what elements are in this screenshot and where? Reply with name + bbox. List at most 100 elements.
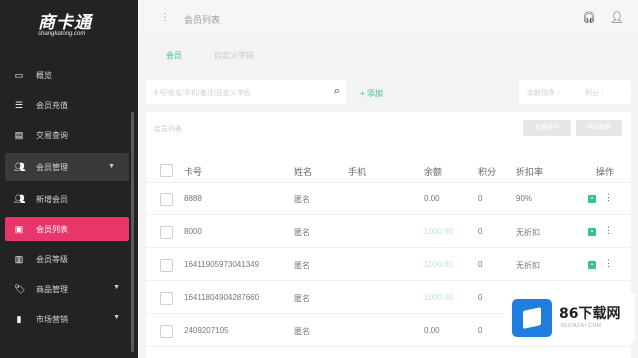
level-icon: ▥ [14,254,24,264]
col-name: 姓名 [294,167,313,177]
sidebar-item-label: 会员管理 [36,162,68,172]
search-placeholder: 卡号/姓名/手机/备注/自定义字段 [152,90,251,97]
select-all-checkbox[interactable] [160,164,173,177]
cell-points: 0 [478,326,483,335]
sidebar-item-label: 会员等级 [36,254,68,264]
search-input[interactable]: 卡号/姓名/手机/备注/自定义字段 ⌕ [146,80,346,104]
sidebar-item-label: 会员列表 [36,224,68,234]
cell-card: 16411804904287660 [184,293,260,302]
cell-card: 8000 [184,227,202,236]
sidebar-item-label: 会员充值 [36,100,68,110]
cell-name: 匿名 [294,294,310,303]
sidebar-item-label: 概览 [36,70,52,80]
user-icon[interactable]: 👤︎ [610,11,624,24]
chevron-down-icon: ▼ [113,284,120,291]
menu-toggle-icon[interactable]: ⋮ [160,12,170,23]
table-row[interactable]: 8000 匿名 1000.00 0 无折扣 ▪ ⋮ [146,217,631,248]
col-points: 积分 [478,167,497,177]
cell-balance: 1000.00 [424,293,453,302]
sidebar-item-1[interactable]: ☰ 会员充值 [0,90,134,120]
add-member-link[interactable]: + 添加 [360,88,383,99]
sidebar-item-4[interactable]: 👥︎ 新增会员 [0,184,134,214]
cell-balance: 1000.00 [424,227,453,236]
bookmark-icon: ▮ [16,314,22,324]
batch-action-button[interactable]: 批量操作 [523,120,571,136]
member-detail-icon[interactable]: ▪ [588,261,596,269]
cell-discount: 无折扣 [516,261,540,270]
cell-card: 2409207105 [184,326,229,335]
sidebar-scrollbar[interactable] [131,112,134,352]
watermark-logo [512,299,552,337]
member-detail-icon[interactable]: ▪ [588,228,596,236]
tab-bar: 会员 自定义字段 [138,38,638,74]
sidebar-item-8[interactable]: ▮ 市场营销 ▼ [0,304,134,334]
table-header: 卡号 姓名 手机 余额 积分 折扣率 操作 [146,158,631,183]
watermark-sub: 86XIAZAI.COM [561,323,602,329]
sidebar-item-label: 新增会员 [36,194,68,204]
sort-filters: 余额排序 ↑ 积分 ↑ [519,80,631,104]
cell-name: 匿名 [294,195,310,204]
chevron-down-icon: ▼ [108,163,115,170]
cell-points: 0 [478,194,483,203]
sidebar-item-2[interactable]: ▤ 交易查询 [0,120,134,150]
row-checkbox[interactable] [160,292,173,305]
row-checkbox[interactable] [160,325,173,338]
users-icon: 👥︎ [14,162,26,172]
cell-name: 匿名 [294,228,310,237]
sidebar-item-6[interactable]: ▥ 会员等级 [0,244,134,274]
col-discount: 折扣率 [516,167,544,177]
table-row[interactable]: 8888 匿名 0.00 0 90% ▪ ⋮ [146,184,631,215]
sidebar-nav: ▭ 概览 ☰ 会员充值 ▤ 交易查询 👥︎ 会员管理 ▼ 👥︎ 新增会员 ▣ 会员列表 ▥ 会员等级 🏷︎ 商品… [0,60,134,334]
cell-name: 匿名 [294,327,310,336]
doc-icon: ▤ [14,130,24,140]
cell-name: 匿名 [294,261,310,270]
logo[interactable]: 商卡通 shangkatong.com [38,8,104,37]
sidebar-item-0[interactable]: ▭ 概览 [0,60,134,90]
more-icon[interactable]: ⋮ [604,258,613,269]
export-button[interactable]: 导出数据 [576,120,622,136]
sidebar: 商卡通 shangkatong.com ▭ 概览 ☰ 会员充值 ▤ 交易查询 👥︎ 会员管理 ▼… [0,0,138,358]
search-icon[interactable]: ⌕ [334,85,340,98]
cell-card: 16411905973041349 [184,260,260,269]
col-balance: 余额 [424,167,443,177]
cell-discount: 90% [516,194,533,203]
cell-discount: 无折扣 [516,228,540,237]
row-checkbox[interactable] [160,226,173,239]
sidebar-item-3[interactable]: 👥︎ 会员管理 ▼ [5,153,129,181]
logo-text: 商卡通 [38,13,92,33]
cell-points: 0 [478,260,483,269]
cell-balance: 0.00 [424,194,440,203]
sidebar-item-label: 商品管理 [36,284,68,294]
chevron-down-icon: ▼ [113,314,120,321]
card-title: 会员列表 [154,126,182,133]
headset-icon[interactable]: 🎧︎ [582,11,596,24]
cell-points: 0 [478,227,483,236]
sort-balance-select[interactable]: 余额排序 ↑ [527,88,560,98]
sort-points-select[interactable]: 积分 ↑ [585,88,604,98]
member-detail-icon[interactable]: ▪ [588,195,596,203]
col-phone: 手机 [348,167,367,177]
row-checkbox[interactable] [160,193,173,206]
tab-members[interactable]: 会员 [166,50,182,61]
col-card: 卡号 [184,167,203,177]
cell-balance: 0.00 [424,326,440,335]
cell-card: 8888 [184,194,202,203]
sidebar-item-7[interactable]: 🏷︎ 商品管理 ▼ [0,274,134,304]
tab-custom-fields[interactable]: 自定义字段 [214,50,254,61]
more-icon[interactable]: ⋮ [604,192,613,203]
tag-icon: 🏷︎ [14,284,26,294]
list-icon: ☰ [14,100,24,110]
row-checkbox[interactable] [160,259,173,272]
page-title: 会员列表 [184,15,221,25]
cell-points: 0 [478,293,483,302]
logo-url: shangkatong.com [38,31,86,37]
watermark-text: 86下载网 [559,306,621,322]
watermark: 86下载网 86XIAZAI.COM [504,293,635,343]
more-icon[interactable]: ⋮ [604,225,613,236]
sidebar-item-label: 交易查询 [36,130,68,140]
table-row[interactable]: 16411905973041349 匿名 1000.00 0 无折扣 ▪ ⋮ [146,250,631,281]
card-icon: ▭ [14,70,24,80]
sidebar-item-5[interactable]: ▣ 会员列表 [5,217,129,241]
sidebar-item-label: 市场营销 [36,314,68,324]
col-actions: 操作 [596,167,615,177]
